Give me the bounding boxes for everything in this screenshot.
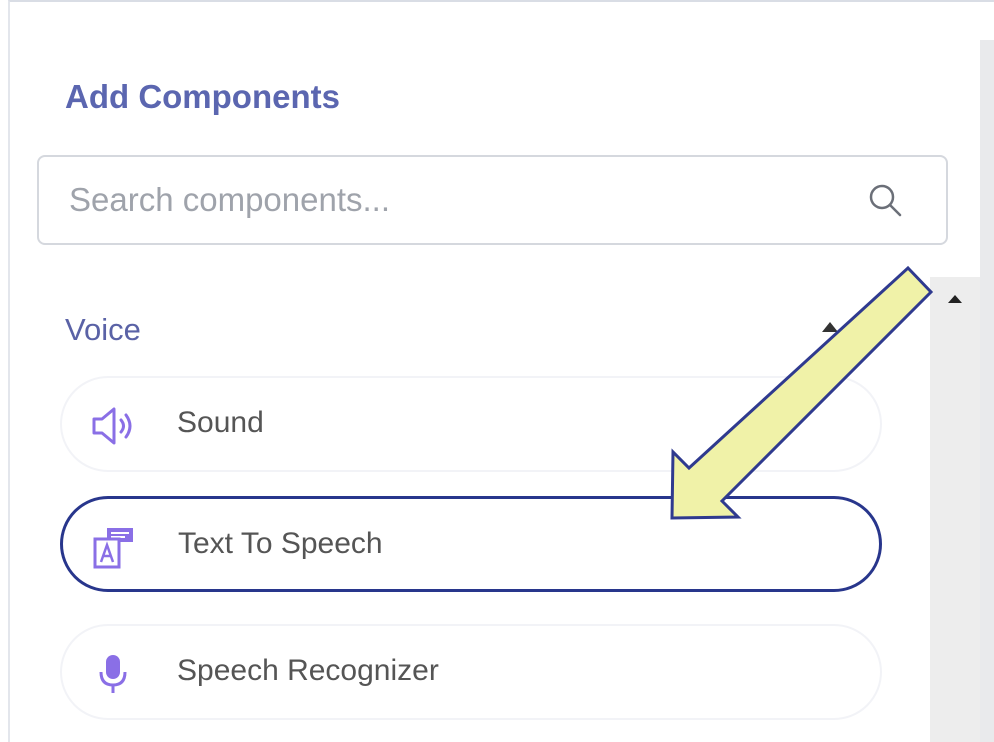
annotation-arrow [670, 265, 934, 520]
